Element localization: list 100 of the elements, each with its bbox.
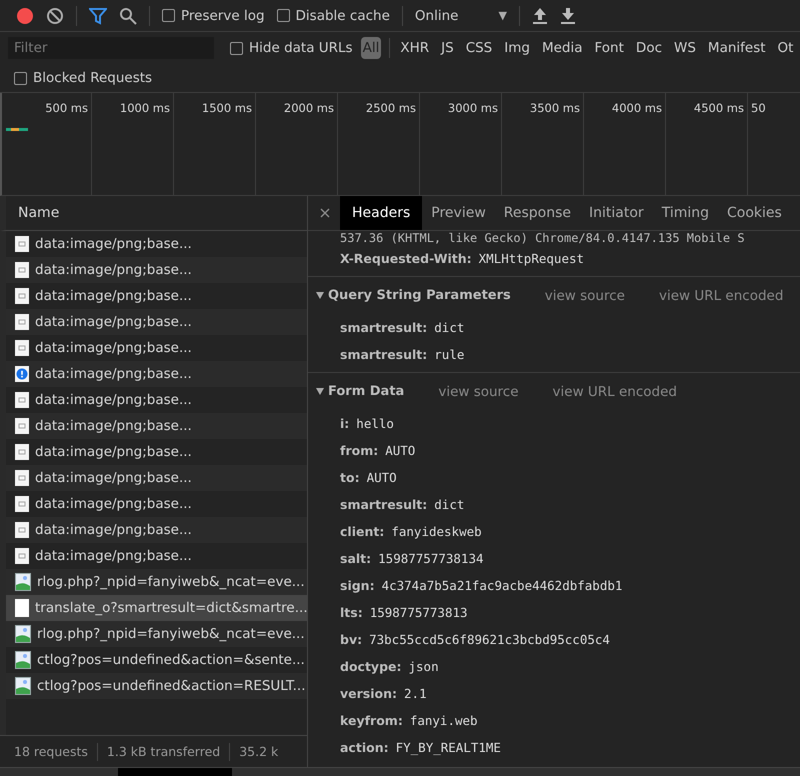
request-row[interactable]: ctlog?pos=undefined&action=RESULT... [6, 673, 307, 699]
request-row[interactable]: data:image/png;base... [6, 335, 307, 361]
param-value: rule [434, 347, 464, 362]
view-link[interactable]: view URL encoded [658, 288, 784, 304]
param-value: AUTO [366, 470, 397, 485]
image-file-icon [15, 573, 31, 591]
detail-tab[interactable]: Preview [422, 196, 495, 230]
type-filter[interactable]: WS [672, 37, 698, 59]
view-link[interactable]: view source [544, 288, 625, 304]
section-header[interactable]: Query String Parameters [316, 288, 511, 303]
param-value: 15987757738134 [378, 551, 484, 566]
thumbnail-icon [15, 288, 29, 304]
param-value: fanyi.web [410, 713, 478, 728]
image-file-icon [15, 651, 31, 669]
disable-cache-checkbox[interactable]: Disable cache [276, 8, 390, 24]
clear-icon[interactable] [46, 6, 64, 24]
param-name: salt: [340, 551, 372, 566]
type-filter[interactable]: Manifest [706, 37, 768, 59]
time-tick: 500 ms [45, 101, 88, 115]
throttling-dropdown[interactable]: Online ▼ [414, 8, 507, 24]
record-icon[interactable] [16, 6, 34, 24]
view-link[interactable]: view URL encoded [552, 384, 677, 400]
param-name: doctype: [340, 659, 402, 674]
param-name: smartresult: [340, 320, 428, 335]
param-name: i: [340, 416, 350, 431]
scrollbar-thumb[interactable] [118, 768, 232, 776]
status-text: 18 requests [14, 744, 88, 759]
column-header[interactable]: Name [18, 205, 60, 221]
param-name: lts: [340, 605, 363, 620]
param-name: version: [340, 686, 398, 701]
section-header[interactable]: Form Data [316, 384, 404, 399]
triangle-icon [316, 292, 324, 299]
param-value: fanyideskweb [391, 524, 482, 539]
request-row[interactable]: data:image/png;base... [6, 413, 307, 439]
detail-tab[interactable]: Headers [340, 196, 422, 230]
request-row[interactable]: ctlog?pos=undefined&action=&sente... [6, 647, 307, 673]
download-icon[interactable] [560, 6, 576, 24]
image-file-icon [15, 625, 31, 643]
param-value: json [408, 659, 439, 674]
image-file-icon [15, 677, 31, 695]
type-filter[interactable]: Ot [776, 37, 796, 59]
filter-icon[interactable] [89, 6, 107, 24]
type-filter[interactable]: JS [439, 37, 456, 59]
request-row[interactable]: data:image/png;base... [6, 439, 307, 465]
param-name: sign: [340, 578, 375, 593]
type-filter[interactable]: Doc [634, 37, 664, 59]
type-filter[interactable]: Media [540, 37, 585, 59]
request-row[interactable]: data:image/png;base... [6, 465, 307, 491]
search-icon[interactable] [119, 6, 137, 24]
header-value: XMLHttpRequest [478, 251, 584, 266]
detail-tab[interactable]: Initiator [580, 196, 653, 230]
request-row[interactable]: rlog.php?_npid=fanyiweb&_ncat=eve... [6, 569, 307, 595]
detail-tab[interactable]: Cookies [718, 196, 791, 230]
param-name: smartresult: [340, 347, 428, 362]
time-tick: 3000 ms [448, 101, 498, 115]
time-tick: 1500 ms [202, 101, 252, 115]
type-filter[interactable]: Font [592, 37, 626, 59]
hide-data-urls-checkbox[interactable]: Hide data URLs [230, 40, 353, 56]
thumbnail-icon [15, 236, 29, 252]
request-row[interactable]: data:image/png;base... [6, 543, 307, 569]
upload-icon[interactable] [532, 6, 548, 24]
thumbnail-icon [15, 418, 29, 434]
param-value: 73bc55ccd5c6f89621c3bcbd95cc05c4 [369, 632, 610, 647]
request-row[interactable]: data:image/png;base... [6, 361, 307, 387]
param-value: 2.1 [404, 686, 427, 701]
param-value: dict [434, 320, 464, 335]
filter-field[interactable]: Filter [8, 37, 214, 59]
type-filter[interactable]: CSS [464, 37, 494, 59]
document-icon [15, 599, 29, 617]
thumbnail-icon [15, 522, 29, 538]
request-row[interactable]: data:image/png;base... [6, 309, 307, 335]
type-filter[interactable]: XHR [398, 37, 432, 59]
preserve-log-checkbox[interactable]: Preserve log [162, 8, 265, 24]
thumbnail-icon [15, 444, 29, 460]
close-icon[interactable] [320, 208, 330, 218]
param-value: 1598775773813 [370, 605, 468, 620]
request-row[interactable]: data:image/png;base... [6, 517, 307, 543]
time-tick: 50 [751, 101, 766, 115]
param-name: bv: [340, 632, 362, 647]
time-tick: 3500 ms [530, 101, 580, 115]
view-link[interactable]: view source [438, 384, 519, 400]
request-row[interactable]: translate_o?smartresult=dict&smartre... [6, 595, 307, 621]
blocked-requests-checkbox[interactable]: Blocked Requests [14, 70, 152, 86]
param-name: client: [340, 524, 384, 539]
time-tick: 1000 ms [120, 101, 170, 115]
request-row[interactable]: rlog.php?_npid=fanyiweb&_ncat=eve... [6, 621, 307, 647]
param-name: from: [340, 443, 378, 458]
time-tick: 2500 ms [366, 101, 416, 115]
request-row[interactable]: data:image/png;base... [6, 491, 307, 517]
param-value: dict [434, 497, 464, 512]
request-row[interactable]: data:image/png;base... [6, 231, 307, 257]
param-value: FY_BY_REALT1ME [396, 740, 501, 755]
request-row[interactable]: data:image/png;base... [6, 387, 307, 413]
request-row[interactable]: data:image/png;base... [6, 257, 307, 283]
thumbnail-icon [15, 314, 29, 330]
detail-tab[interactable]: Timing [652, 196, 718, 230]
request-row[interactable]: data:image/png;base... [6, 283, 307, 309]
detail-tab[interactable]: Response [494, 196, 580, 230]
status-text: 1.3 kB transferred [106, 744, 220, 759]
type-filter[interactable]: Img [502, 37, 532, 59]
